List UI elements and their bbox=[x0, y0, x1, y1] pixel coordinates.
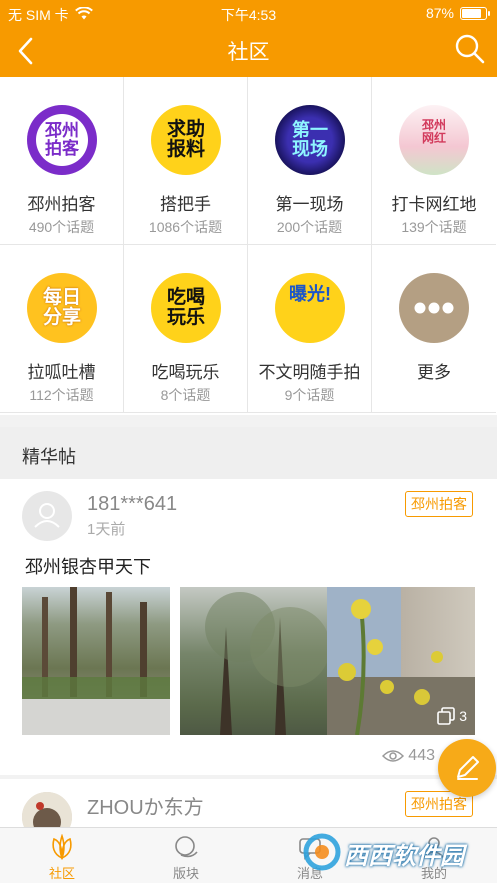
category-buwenming[interactable]: 曝光! 不文明随手拍 9个话题 bbox=[248, 245, 372, 413]
category-buwenming-icon: 曝光! bbox=[275, 273, 345, 343]
board-icon bbox=[175, 836, 198, 858]
post-card[interactable]: 181***641 1天前 邳州拍客 邳州银杏甲天下 3 443 bbox=[0, 479, 497, 775]
pencil-icon bbox=[457, 756, 479, 780]
category-xianchang[interactable]: 第一 现场 第一现场 200个话题 bbox=[248, 77, 372, 245]
tab-label: 社区 bbox=[48, 866, 75, 881]
category-name: 拉呱吐槽 bbox=[27, 363, 96, 382]
more-photos-count: 3 bbox=[459, 708, 467, 724]
default-avatar-icon bbox=[34, 503, 60, 528]
post-time: 1天前 bbox=[87, 521, 126, 538]
tab-label: 版块 bbox=[172, 866, 199, 881]
category-buwenming-icon-text: 曝光! bbox=[289, 284, 331, 304]
category-count: 1086个话题 bbox=[148, 219, 223, 235]
search-icon bbox=[455, 34, 485, 64]
category-daka-icon: 邳州 网红 bbox=[399, 105, 469, 175]
view-count: 443 bbox=[382, 747, 435, 765]
category-chihe-icon-text: 吃喝 玩乐 bbox=[166, 287, 205, 328]
category-count: 112个话题 bbox=[29, 387, 94, 403]
category-dabashou-icon-text: 求助 报料 bbox=[166, 119, 205, 160]
view-count-value: 443 bbox=[408, 747, 435, 764]
top-bar: 无 SIM 卡 下午4:53 87% 社区 bbox=[0, 0, 497, 77]
category-lagua[interactable]: 每日 分享 拉呱吐槽 112个话题 bbox=[0, 245, 124, 413]
status-bar: 无 SIM 卡 下午4:53 87% bbox=[0, 0, 497, 26]
category-name: 吃喝玩乐 bbox=[151, 363, 220, 382]
category-dabashou-icon: 求助 报料 bbox=[151, 105, 221, 175]
gallery-icon bbox=[437, 707, 456, 725]
category-grid: 邳州 拍客 邳州拍客 490个话题 求助 报料 搭把手 1086个话题 第一 现场 第… bbox=[0, 77, 497, 415]
post-username[interactable]: 181***641 bbox=[87, 493, 177, 516]
battery-icon bbox=[460, 6, 490, 20]
category-pike-icon: 邳州 拍客 bbox=[27, 105, 97, 175]
category-name: 不文明随手拍 bbox=[258, 363, 361, 382]
community-icon bbox=[52, 834, 72, 860]
compose-post-button[interactable] bbox=[438, 739, 496, 797]
category-lagua-icon-text: 每日 分享 bbox=[42, 287, 81, 328]
post-title[interactable]: 邳州银杏甲天下 bbox=[25, 553, 151, 579]
post-photo-3[interactable]: 3 bbox=[327, 587, 475, 735]
category-count: 139个话题 bbox=[401, 219, 467, 235]
battery-fill bbox=[462, 8, 481, 18]
category-dabashou[interactable]: 求助 报料 搭把手 1086个话题 bbox=[124, 77, 248, 245]
category-xianchang-icon: 第一 现场 bbox=[275, 105, 345, 175]
category-chihe[interactable]: 吃喝 玩乐 吃喝玩乐 8个话题 bbox=[124, 245, 248, 413]
section-header: 精华帖 bbox=[0, 427, 497, 479]
post-board-tag[interactable]: 邳州拍客 bbox=[405, 491, 473, 517]
search-button[interactable] bbox=[453, 32, 487, 66]
post-photo-1[interactable] bbox=[22, 587, 170, 735]
category-name: 更多 bbox=[417, 363, 451, 382]
category-pike-icon-text: 邳州 拍客 bbox=[45, 121, 79, 158]
section-title: 精华帖 bbox=[22, 447, 76, 467]
category-daka[interactable]: 邳州 网红 打卡网红地 139个话题 bbox=[372, 77, 496, 245]
category-count: 490个话题 bbox=[28, 219, 95, 235]
avatar[interactable] bbox=[22, 792, 72, 827]
tab-community[interactable]: 社区 bbox=[0, 828, 124, 883]
post-card[interactable]: ZHOUか东方 邳州拍客 bbox=[0, 779, 497, 827]
category-xianchang-icon-text: 第一 现场 bbox=[292, 120, 328, 159]
category-count: 9个话题 bbox=[284, 387, 335, 403]
category-count: 8个话题 bbox=[160, 387, 211, 403]
watermark-text: 西西软件园 bbox=[344, 843, 464, 870]
category-name: 打卡网红地 bbox=[391, 195, 477, 214]
more-dots-icon bbox=[399, 273, 469, 343]
post-photo-2[interactable] bbox=[180, 587, 328, 735]
category-name: 第一现场 bbox=[275, 195, 344, 214]
category-count: 200个话题 bbox=[276, 219, 343, 235]
page-title: 社区 bbox=[227, 41, 270, 64]
category-chihe-icon: 吃喝 玩乐 bbox=[151, 273, 221, 343]
eye-icon bbox=[382, 750, 405, 762]
avatar[interactable] bbox=[22, 491, 72, 541]
category-name: 邳州拍客 bbox=[27, 195, 96, 214]
site-watermark: 西西软件园 bbox=[300, 829, 480, 875]
more-photos-badge: 3 bbox=[437, 707, 467, 725]
tab-board[interactable]: 版块 bbox=[124, 828, 248, 883]
category-daka-icon-text: 邳州 网红 bbox=[421, 118, 446, 145]
category-pike[interactable]: 邳州 拍客 邳州拍客 490个话题 bbox=[0, 77, 124, 245]
category-lagua-icon: 每日 分享 bbox=[27, 273, 97, 343]
category-more[interactable]: 更多 bbox=[372, 245, 496, 413]
battery-percent: 87% bbox=[425, 5, 454, 21]
status-time: 下午4:53 bbox=[220, 7, 277, 23]
post-username[interactable]: ZHOUか东方 bbox=[87, 791, 204, 820]
category-name: 搭把手 bbox=[160, 195, 211, 214]
